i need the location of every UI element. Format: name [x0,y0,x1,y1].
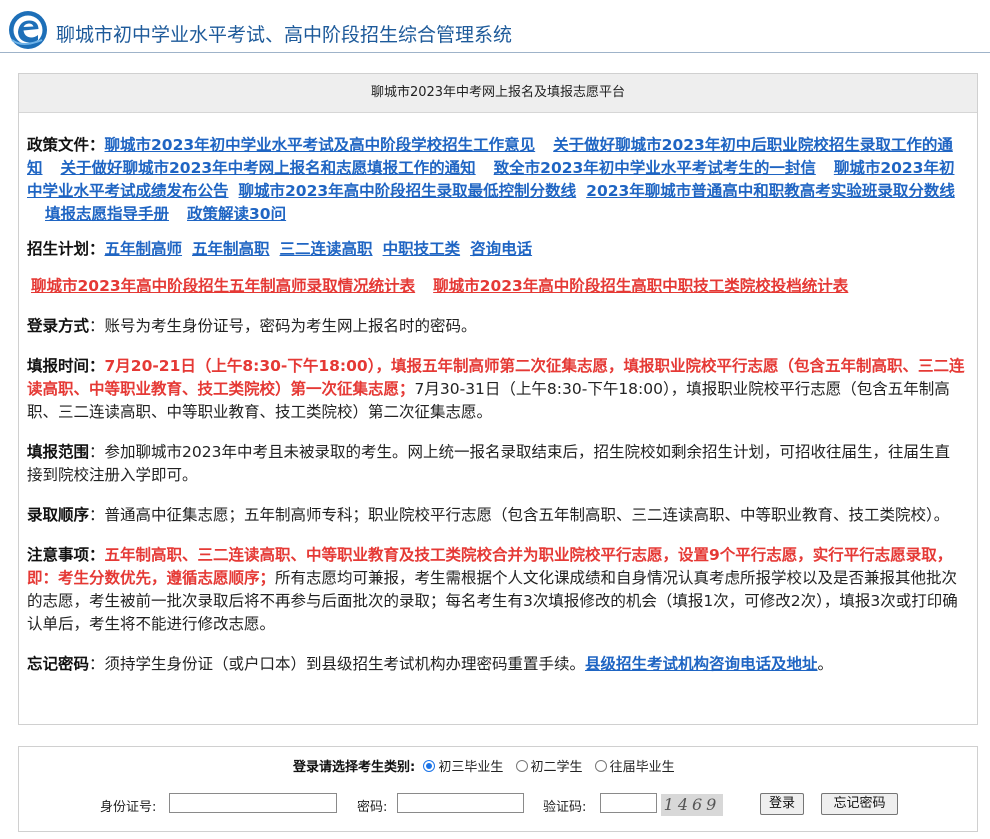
student-type-option-label: 初三毕业生 [438,760,504,775]
student-type-label: 登录请选择考生类别: [293,760,416,775]
captcha-image[interactable]: 1469 [661,794,723,816]
id-number-input[interactable] [169,793,337,813]
login-button[interactable]: 登录 [760,793,804,815]
captcha-input[interactable] [600,793,657,813]
student-type-option-grade9[interactable]: 初三毕业生 [419,760,507,775]
policy-link-8[interactable]: 填报志愿指导手册 [45,205,169,223]
county-office-link[interactable]: 县级招生考试机构咨询电话及地址 [585,655,818,673]
policy-files-label: 政策文件： [27,136,105,154]
forgot-password-button[interactable]: 忘记密码 [821,793,898,815]
stats-link-vocational[interactable]: 聊城市2023年高中阶段招生高职中职技工类院校投档统计表 [433,277,848,295]
panel-title: 聊城市2023年中考网上报名及填报志愿平台 [19,74,977,113]
fill-scope-section: 填报范围：参加聊城市2023年中考且未被录取的考生。网上统一报名录取结束后，招生… [27,441,965,487]
forgot-password-text: ：须持学生身份证（或户口本）到县级招生考试机构办理密码重置手续。 [89,655,586,673]
panel-body: 政策文件：聊城市2023年初中学业水平考试及高中阶段学校招生工作意见关于做好聊城… [27,134,965,676]
login-panel: 登录请选择考生类别: 初三毕业生 初二学生 往届毕业生 身份证号: 密码: 验证… [18,746,978,832]
policy-link-9[interactable]: 政策解读30问 [187,205,286,223]
captcha-label: 验证码: [543,800,587,815]
fill-time-label: 填报时间： [27,357,105,375]
notes-label: 注意事项： [27,546,105,564]
admission-order-label: 录取顺序 [27,506,90,524]
student-type-option-grade8[interactable]: 初二学生 [512,760,587,775]
student-type-row: 登录请选择考生类别: 初三毕业生 初二学生 往届毕业生 [293,759,679,777]
policy-link-7[interactable]: 2023年聊城市普通高中和职教高考实验班录取分数线 [586,182,955,200]
login-method-label: 登录方式 [27,317,90,335]
enrollment-plan-label: 招生计划： [27,240,105,258]
policy-link-6[interactable]: 聊城市2023年高中阶段招生录取最低控制分数线 [239,182,577,200]
header-divider [0,52,990,53]
plan-link-technical[interactable]: 中职技工类 [383,240,461,258]
password-label: 密码: [357,800,388,815]
fill-scope-label: 填报范围 [27,443,90,461]
policy-link-4[interactable]: 致全市2023年初中学业水平考试考生的一封信 [494,159,816,177]
radio-icon[interactable] [594,760,607,772]
admission-order-section: 录取顺序：普通高中征集志愿；五年制高师专科；职业院校平行志愿（包含五年制高职、三… [27,504,965,527]
fill-time-section: 填报时间：7月20-21日（上午8:30-下午18:00），填报五年制高师第二次… [27,355,965,424]
plan-link-five-year-vocational[interactable]: 五年制高职 [192,240,270,258]
policy-link-1[interactable]: 聊城市2023年初中学业水平考试及高中阶段学校招生工作意见 [105,136,536,154]
admission-order-text: ：普通高中征集志愿；五年制高师专科；职业院校平行志愿（包含五年制高职、三二连读高… [89,506,950,524]
login-form-row: 身份证号: 密码: 验证码: 1469 登录 忘记密码 [19,793,979,817]
radio-icon[interactable] [515,760,528,772]
notes-section: 注意事项：五年制高职、三二连读高职、中等职业教育及技工类院校合并为职业院校平行志… [27,544,965,636]
forgot-password-tail: 。 [817,655,834,673]
circular-e-logo-icon [9,11,47,49]
forgot-password-label: 忘记密码 [27,655,90,673]
site-header: 聊城市初中学业水平考试、高中阶段招生综合管理系统 [0,0,990,54]
radio-icon-selected[interactable] [423,760,436,772]
student-type-option-past-graduate[interactable]: 往届毕业生 [591,760,679,775]
policy-link-3[interactable]: 关于做好聊城市2023年中考网上报名和志愿填报工作的通知 [61,159,476,177]
login-method-section: 登录方式：账号为考生身份证号，密码为考生网上报名时的密码。 [27,315,965,338]
plan-link-three-two[interactable]: 三二连读高职 [280,240,373,258]
forgot-password-section: 忘记密码：须持学生身份证（或户口本）到县级招生考试机构办理密码重置手续。县级招生… [27,653,965,676]
password-input[interactable] [397,793,524,813]
login-method-text: ：账号为考生身份证号，密码为考生网上报名时的密码。 [89,317,477,335]
fill-scope-text: ：参加聊城市2023年中考且未被录取的考生。网上统一报名录取结束后，招生院校如剩… [27,443,950,484]
enrollment-plan-section: 招生计划：五年制高师 五年制高职 三二连读高职 中职技工类 咨询电话 [27,238,965,261]
student-type-option-label: 往届毕业生 [609,760,675,775]
student-type-option-label: 初二学生 [530,760,583,775]
plan-link-consult-phone[interactable]: 咨询电话 [470,240,532,258]
info-panel: 聊城市2023年中考网上报名及填报志愿平台 政策文件：聊城市2023年初中学业水… [18,73,978,725]
statistics-links-section: 聊城市2023年高中阶段招生五年制高师录取情况统计表 聊城市2023年高中阶段招生… [27,275,965,298]
id-number-label: 身份证号: [100,800,157,815]
policy-files-section: 政策文件：聊城市2023年初中学业水平考试及高中阶段学校招生工作意见关于做好聊城… [27,134,965,226]
plan-link-five-year-teacher[interactable]: 五年制高师 [105,240,183,258]
site-title: 聊城市初中学业水平考试、高中阶段招生综合管理系统 [56,24,513,46]
stats-link-teacher[interactable]: 聊城市2023年高中阶段招生五年制高师录取情况统计表 [31,277,415,295]
